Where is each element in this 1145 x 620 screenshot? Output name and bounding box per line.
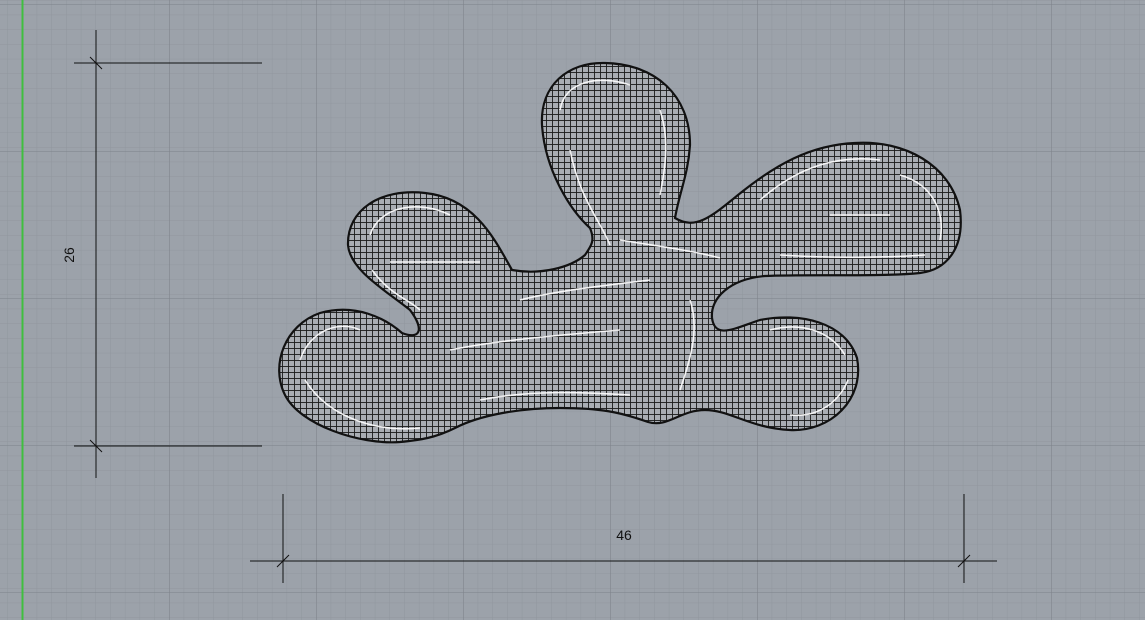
dimension-width-label: 46 <box>616 527 632 543</box>
rhino-top-viewport[interactable]: 26 46 <box>0 0 1145 620</box>
viewport-canvas[interactable]: 26 46 <box>0 0 1145 620</box>
dimension-height-label: 26 <box>61 247 77 263</box>
